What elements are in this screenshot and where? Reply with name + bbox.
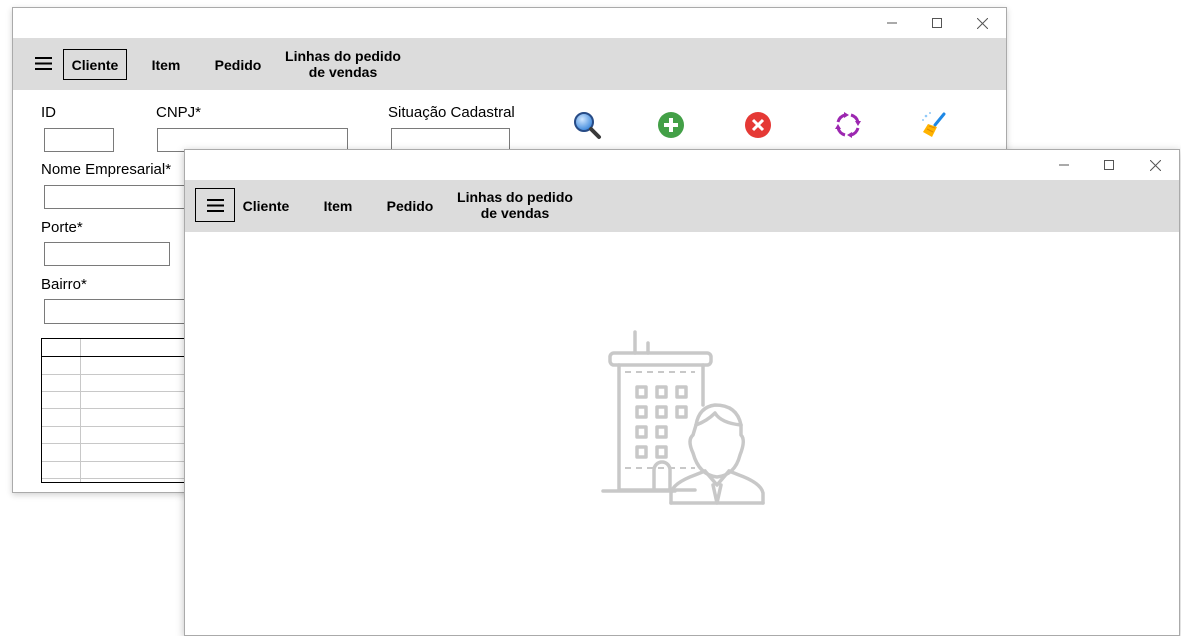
- situacao-cadastral-label: Situação Cadastral: [388, 104, 515, 121]
- maximize-icon: [1104, 160, 1114, 170]
- nav-item-cliente[interactable]: Cliente: [239, 190, 293, 221]
- nav-item-item[interactable]: Item: [141, 49, 191, 80]
- hamburger-icon: [206, 198, 224, 212]
- maximize-button[interactable]: [915, 8, 959, 38]
- porte-field[interactable]: [44, 242, 170, 266]
- close-icon: [976, 17, 988, 29]
- bairro-label: Bairro*: [41, 276, 87, 293]
- title-bar: [13, 8, 1006, 38]
- nav-item-linhas-pedido[interactable]: Linhas do pedido de vendas: [281, 46, 405, 82]
- nav-bar: Cliente Item Pedido Linhas do pedido de …: [185, 180, 1179, 232]
- clean-brush-icon: [922, 112, 946, 137]
- minimize-button[interactable]: [870, 8, 914, 38]
- add-icon: [658, 112, 684, 138]
- clean-button[interactable]: [920, 110, 950, 140]
- close-button[interactable]: [1133, 150, 1177, 180]
- bairro-field[interactable]: [44, 299, 194, 324]
- nav-bar: Cliente Item Pedido Linhas do pedido de …: [13, 38, 1006, 90]
- delete-icon: [745, 112, 771, 138]
- nome-empresarial-field[interactable]: [44, 185, 194, 209]
- refresh-icon: [835, 112, 861, 138]
- building-businessman-icon: [601, 330, 765, 505]
- hamburger-icon: [34, 56, 52, 70]
- nav-item-pedido[interactable]: Pedido: [208, 49, 268, 80]
- porte-label: Porte*: [41, 219, 83, 236]
- nav-item-pedido[interactable]: Pedido: [380, 190, 440, 221]
- nav-item-linhas-pedido[interactable]: Linhas do pedido de vendas: [453, 187, 577, 223]
- cnpj-label: CNPJ*: [156, 104, 202, 121]
- search-icon: [574, 112, 601, 139]
- minimize-button[interactable]: [1042, 150, 1086, 180]
- nav-item-cliente[interactable]: Cliente: [63, 49, 127, 80]
- id-label: ID: [41, 104, 56, 121]
- minimize-icon: [887, 22, 897, 24]
- search-button[interactable]: [572, 110, 602, 140]
- close-button[interactable]: [960, 8, 1004, 38]
- maximize-icon: [932, 18, 942, 28]
- id-field[interactable]: [44, 128, 114, 152]
- add-button[interactable]: [656, 110, 686, 140]
- minimize-icon: [1059, 164, 1069, 166]
- close-icon: [1149, 159, 1161, 171]
- nome-empresarial-label: Nome Empresarial*: [41, 161, 172, 178]
- refresh-button[interactable]: [833, 110, 863, 140]
- menu-button[interactable]: [29, 49, 57, 77]
- maximize-button[interactable]: [1087, 150, 1131, 180]
- main-window: Cliente Item Pedido Linhas do pedido de …: [184, 149, 1180, 636]
- menu-button[interactable]: [195, 188, 235, 222]
- title-bar: [185, 150, 1179, 180]
- delete-button[interactable]: [743, 110, 773, 140]
- nav-item-item[interactable]: Item: [313, 190, 363, 221]
